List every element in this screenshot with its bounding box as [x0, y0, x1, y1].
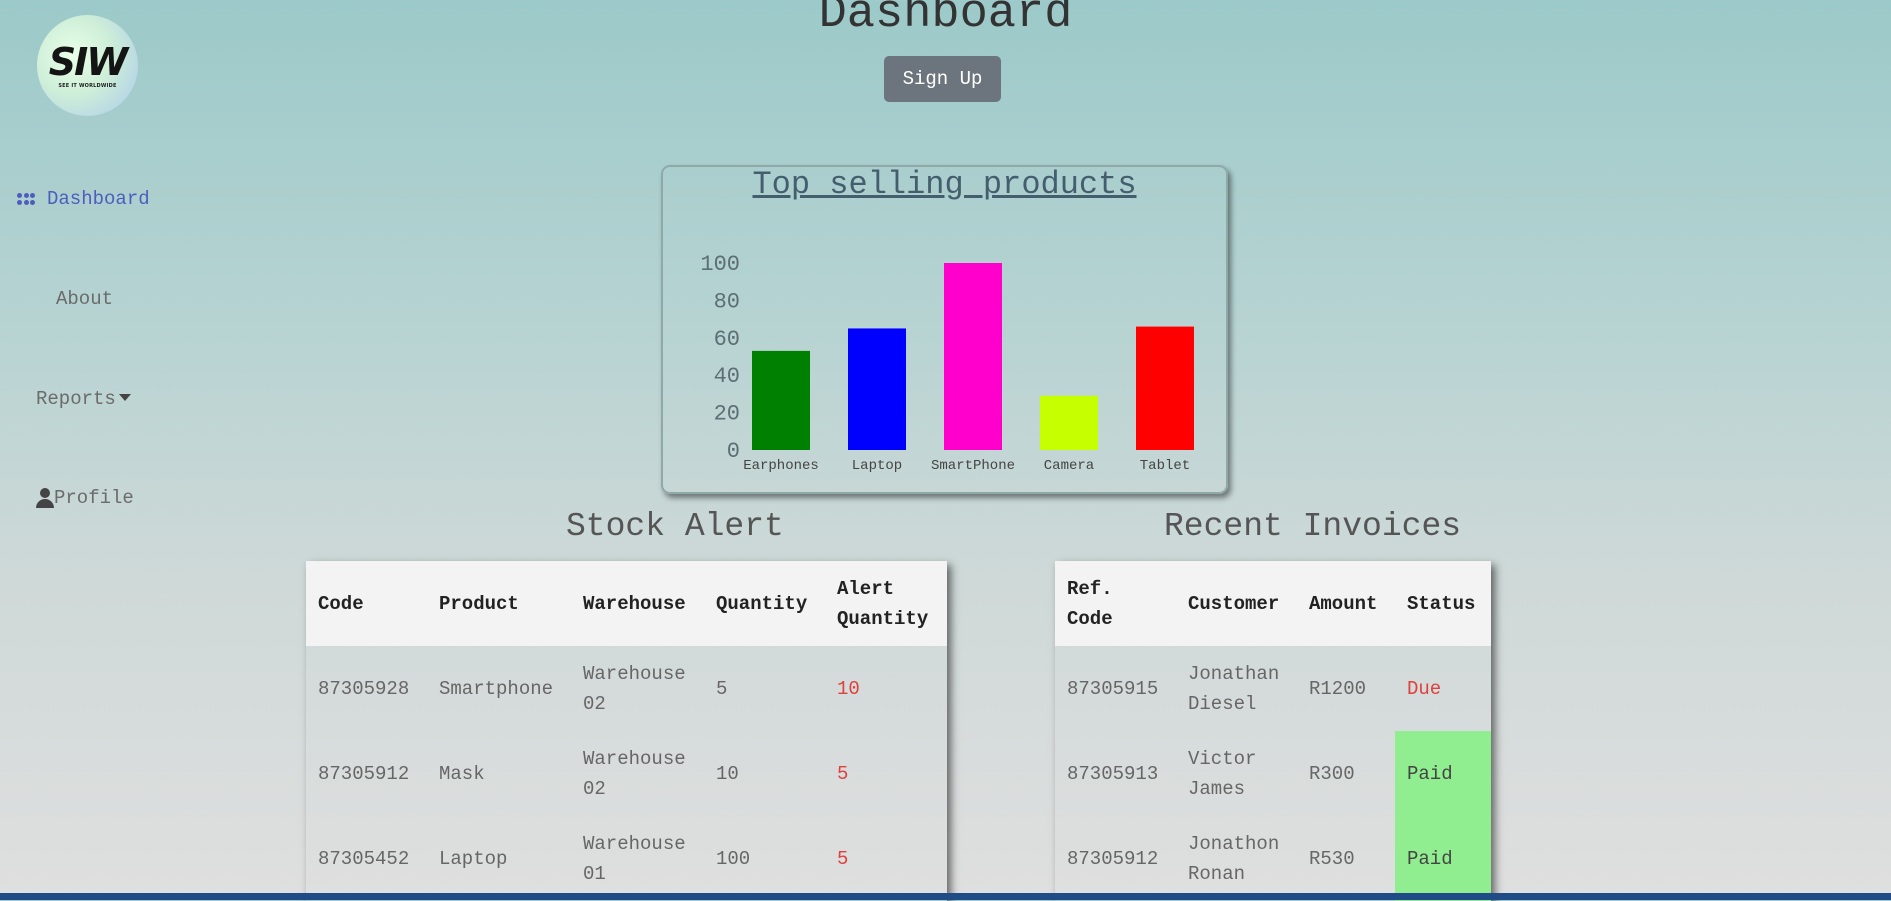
stock-alert-title: Stock Alert [566, 508, 784, 545]
table-cell: R1200 [1309, 677, 1367, 700]
status-badge: Paid [1395, 816, 1491, 901]
bar-smartphone[interactable] [944, 263, 1002, 450]
table-cell: Jonathon Ronan [1188, 832, 1280, 885]
person-icon [36, 488, 54, 508]
bar-laptop[interactable] [848, 328, 906, 450]
column-header: Quantity [704, 561, 825, 646]
column-header: Code [306, 561, 427, 646]
column-header: Status [1395, 561, 1491, 646]
y-tick-label: 40 [714, 364, 740, 389]
table-cell: 87305915 [1067, 677, 1159, 700]
stock-alert-table-container: Code Product Warehouse Quantity Alert Quanti… [306, 561, 947, 901]
taskbar [0, 893, 1891, 900]
y-tick-label: 0 [727, 439, 740, 464]
table-cell: 87305912 [1067, 847, 1159, 870]
sidebar-item-dashboard[interactable]: Dashboard [17, 188, 150, 210]
y-tick-label: 100 [700, 252, 740, 277]
sidebar-item-reports[interactable]: Reports [36, 388, 131, 410]
status-badge: Paid [1395, 731, 1491, 816]
table-header-row: Ref. Code Customer Amount Status [1055, 561, 1491, 646]
table-cell: 87305912 [318, 762, 410, 785]
alert-quantity-cell: 10 [837, 677, 860, 700]
table-cell: Victor James [1188, 747, 1257, 800]
table-cell: R300 [1309, 762, 1355, 785]
table-cell: Warehouse 02 [583, 662, 686, 715]
table-cell: Mask [439, 762, 485, 785]
table-cell: Smartphone [439, 677, 554, 700]
table-cell: 87305452 [318, 847, 410, 870]
y-tick-label: 80 [714, 289, 740, 314]
sign-up-button[interactable]: Sign Up [884, 56, 1001, 102]
x-tick-label: Tablet [1140, 458, 1190, 474]
column-header: Amount [1297, 561, 1395, 646]
top-products-chart-card: Top selling products 0 20 40 60 80 100 Earphon… [661, 165, 1228, 494]
sidebar-item-label: About [56, 288, 114, 310]
table-cell: Laptop [439, 847, 508, 870]
table-cell: 87305913 [1067, 762, 1159, 785]
recent-invoices-table-container: Ref. Code Customer Amount Status 87305915 Jo… [1055, 561, 1491, 901]
table-cell: Warehouse 01 [583, 832, 686, 885]
table-cell: R530 [1309, 847, 1355, 870]
table-cell: 87305928 [318, 677, 410, 700]
table-cell: Jonathan Diesel [1188, 662, 1280, 715]
alert-quantity-cell: 5 [837, 847, 849, 870]
grid-icon [17, 192, 35, 206]
x-tick-label: Camera [1044, 458, 1094, 474]
column-header: Warehouse [571, 561, 704, 646]
x-tick-label: Earphones [743, 458, 819, 474]
sidebar-item-about[interactable]: About [56, 288, 113, 310]
alert-quantity-cell: 5 [837, 762, 849, 785]
bar-tablet[interactable] [1136, 326, 1194, 450]
column-header: Alert Quantity [825, 561, 947, 646]
sidebar-item-label: Reports [36, 388, 116, 410]
sidebar-item-label: Dashboard [47, 188, 150, 210]
table-cell: 100 [716, 847, 751, 870]
table-row[interactable]: 87305912 Mask Warehouse 02 10 5 [306, 731, 947, 816]
recent-invoices-table: Ref. Code Customer Amount Status 87305915 Jo… [1055, 561, 1491, 901]
logo-subtitle: SEE IT WORLDWIDE [58, 82, 117, 89]
y-tick-label: 20 [714, 402, 740, 427]
y-tick-label: 60 [714, 327, 740, 352]
bar-camera[interactable] [1040, 395, 1098, 450]
bar-earphones[interactable] [752, 350, 810, 450]
table-cell: 5 [716, 677, 728, 700]
column-header: Product [427, 561, 571, 646]
stock-alert-table: Code Product Warehouse Quantity Alert Quanti… [306, 561, 947, 901]
table-row[interactable]: 87305915 Jonathan Diesel R1200 Due [1055, 646, 1491, 731]
table-row[interactable]: 87305913 Victor James R300 Paid [1055, 731, 1491, 816]
recent-invoices-title: Recent Invoices [1164, 508, 1462, 545]
table-row[interactable]: 87305452 Laptop Warehouse 01 100 5 [306, 816, 947, 901]
column-header: Customer [1176, 561, 1297, 646]
table-cell: 10 [716, 762, 739, 785]
table-row[interactable]: 87305912 Jonathon Ronan R530 Paid [1055, 816, 1491, 901]
status-badge: Due [1407, 677, 1442, 700]
bar-chart: 0 20 40 60 80 100 Earphones Laptop SmartPhone Cam… [700, 252, 1194, 474]
page-title: Dashboard [818, 0, 1073, 41]
x-tick-label: Laptop [852, 458, 902, 474]
column-header: Ref. Code [1055, 561, 1176, 646]
table-header-row: Code Product Warehouse Quantity Alert Quanti… [306, 561, 947, 646]
sidebar-item-profile[interactable]: Profile [36, 487, 134, 509]
sidebar-item-label: Profile [54, 487, 134, 509]
table-cell: Warehouse 02 [583, 747, 686, 800]
x-tick-label: SmartPhone [931, 458, 1015, 474]
table-row[interactable]: 87305928 Smartphone Warehouse 02 5 10 [306, 646, 947, 731]
logo-text: SIW [48, 39, 128, 84]
caret-down-icon [118, 393, 131, 401]
